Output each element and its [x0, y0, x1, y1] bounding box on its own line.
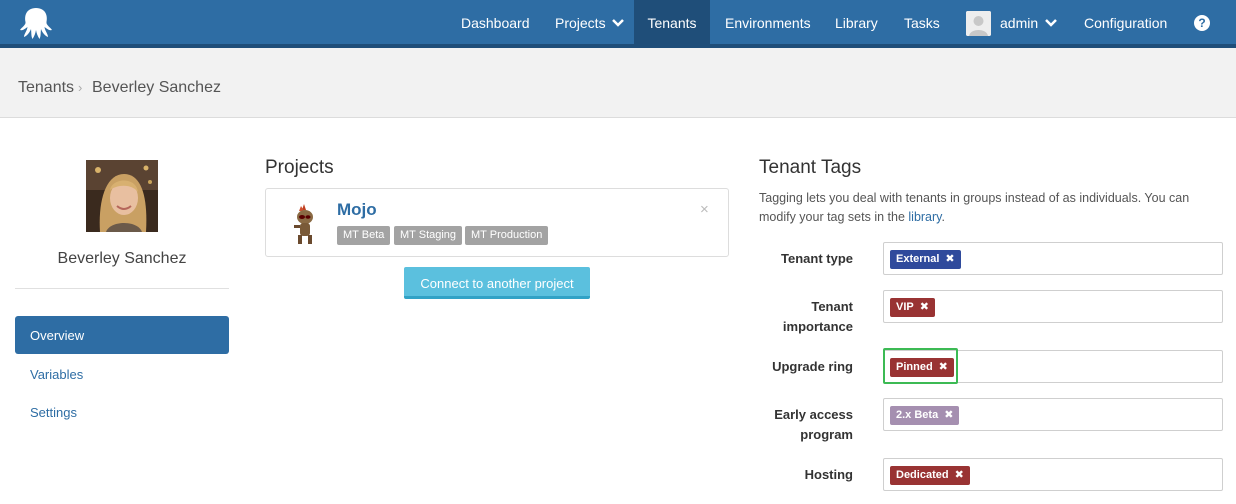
tag-label-tenant-importance: Tenant importance [782, 299, 853, 334]
project-card: Mojo × MT Beta MT Staging MT Production [265, 188, 729, 257]
tag-chip: 2.x Beta ✖ [890, 406, 960, 425]
library-link[interactable]: library [908, 210, 941, 224]
sidebar-item-variables[interactable]: Variables [15, 355, 229, 393]
tag-label-tenant-type: Tenant type [781, 251, 853, 266]
tag-input-early-access-program[interactable]: 2.x Beta ✖ [883, 398, 1223, 431]
tenant-tags-heading: Tenant Tags [759, 157, 862, 178]
help-icon[interactable]: ? [1194, 15, 1210, 31]
project-logo-icon [294, 204, 313, 244]
remove-tag-icon[interactable]: ✖ [944, 409, 953, 421]
nav-admin-menu[interactable]: admin [1000, 0, 1057, 44]
highlight-box [883, 348, 958, 384]
nav-tasks[interactable]: Tasks [904, 0, 940, 44]
divider [15, 288, 229, 289]
tag-chip: Dedicated ✖ [890, 466, 970, 485]
tag-label-early-access-program: Early access program [774, 407, 853, 442]
breadcrumb-current: Beverley Sanchez [92, 79, 221, 96]
close-icon[interactable]: × [700, 201, 709, 218]
remove-tag-icon[interactable]: ✖ [945, 253, 954, 265]
sidebar-item-overview[interactable]: Overview [15, 316, 229, 354]
remove-tag-icon[interactable]: ✖ [955, 469, 964, 481]
tenant-name: Beverley Sanchez [57, 250, 187, 267]
projects-heading: Projects [265, 157, 334, 178]
connect-project-button[interactable]: Connect to another project [404, 267, 590, 299]
octopus-logo-icon[interactable] [18, 6, 54, 40]
nav-dashboard[interactable]: Dashboard [461, 0, 530, 44]
nav-projects[interactable]: Projects [555, 0, 625, 44]
breadcrumb: Tenants › Beverley Sanchez [0, 48, 1236, 118]
nav-environments[interactable]: Environments [725, 0, 811, 44]
project-name-link[interactable]: Mojo [337, 200, 377, 220]
tag-label-hosting: Hosting [804, 467, 853, 482]
environment-tag: MT Production [465, 226, 549, 245]
breadcrumb-separator: › [78, 80, 83, 95]
tenant-tags-description: Tagging lets you deal with tenants in gr… [759, 191, 1190, 224]
tag-chip: VIP ✖ [890, 298, 935, 317]
top-nav: Dashboard Projects Tenants Environments … [0, 0, 1236, 44]
environment-tag: MT Beta [337, 226, 391, 245]
environment-tag: MT Staging [394, 226, 463, 245]
tag-chip: External ✖ [890, 250, 961, 269]
tag-label-upgrade-ring: Upgrade ring [772, 359, 853, 374]
breadcrumb-tenants-link[interactable]: Tenants [18, 79, 74, 97]
tag-input-tenant-type[interactable]: External ✖ [883, 242, 1223, 275]
tag-input-hosting[interactable]: Dedicated ✖ [883, 458, 1223, 491]
chevron-down-icon [612, 19, 625, 28]
remove-tag-icon[interactable]: ✖ [920, 301, 929, 313]
nav-configuration[interactable]: Configuration [1084, 0, 1167, 44]
nav-library[interactable]: Library [835, 0, 878, 44]
sidebar-item-settings[interactable]: Settings [15, 393, 229, 431]
user-silhouette-icon [966, 11, 991, 36]
tenant-avatar [86, 160, 158, 232]
tenant-photo [86, 160, 158, 232]
tag-input-tenant-importance[interactable]: VIP ✖ [883, 290, 1223, 323]
chevron-down-icon [1045, 19, 1057, 28]
nav-tenants[interactable]: Tenants [634, 0, 710, 44]
user-avatar[interactable] [966, 11, 991, 36]
